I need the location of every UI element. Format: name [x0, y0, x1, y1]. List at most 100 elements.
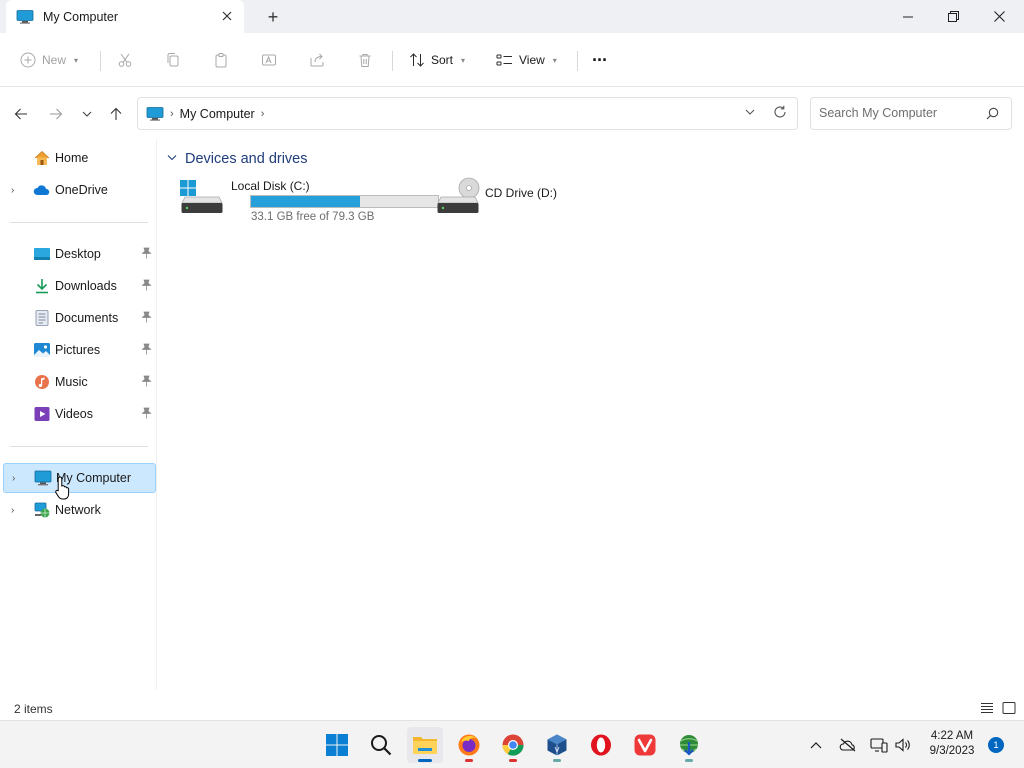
sidebar-item-music[interactable]: Music [3, 368, 156, 396]
sidebar-item-network[interactable]: › Network [3, 496, 156, 524]
copy-button[interactable] [165, 46, 181, 74]
notification-badge[interactable]: 1 [988, 737, 1004, 753]
pictures-icon [34, 343, 50, 357]
home-icon [34, 150, 50, 165]
taskbar-vivaldi[interactable] [627, 727, 663, 763]
drive-name: Local Disk (C:) [231, 179, 310, 193]
search-input[interactable] [819, 106, 979, 120]
large-icons-view-icon[interactable] [1001, 700, 1017, 716]
drive-item-cd-drive-d[interactable]: CD Drive (D:) [433, 177, 573, 227]
chevron-right-icon[interactable]: › [11, 185, 21, 196]
network-tray-button[interactable] [869, 735, 889, 755]
details-view-icon[interactable] [979, 700, 995, 716]
running-indicator [465, 759, 473, 762]
paste-button[interactable] [213, 46, 229, 74]
running-indicator [553, 759, 561, 762]
recent-locations-button[interactable] [76, 103, 98, 125]
new-tab-button[interactable]: + [262, 6, 284, 28]
cd-drive-icon [437, 177, 480, 213]
search-box[interactable] [810, 97, 1012, 130]
sort-button[interactable]: Sort ▾ [409, 46, 465, 74]
clock[interactable]: 4:22 AM 9/3/2023 [920, 729, 984, 759]
onedrive-tray-button[interactable] [838, 735, 858, 755]
pin-icon[interactable] [141, 311, 152, 323]
more-options-button[interactable]: ··· [592, 46, 608, 74]
volume-tray-button[interactable] [893, 735, 913, 755]
pin-icon[interactable] [141, 375, 152, 387]
sidebar-item-videos[interactable]: Videos [3, 400, 156, 428]
close-tab-icon[interactable] [218, 7, 236, 25]
address-dropdown-icon[interactable] [745, 106, 755, 120]
show-hidden-icons-button[interactable] [806, 735, 826, 755]
forward-button[interactable] [45, 103, 67, 125]
downloads-icon [36, 279, 48, 294]
refresh-icon[interactable] [773, 105, 787, 122]
pin-icon[interactable] [141, 343, 152, 355]
breadcrumb-chevron-icon[interactable]: › [170, 108, 174, 120]
drive-item-local-disk-c[interactable]: Local Disk (C:) 33.1 GB free of 79.3 GB [177, 177, 447, 227]
sidebar-item-label: Home [55, 151, 89, 165]
chevron-right-icon[interactable]: › [12, 473, 22, 484]
status-bar: 2 items [0, 697, 1024, 720]
taskbar-chrome[interactable] [495, 727, 531, 763]
sidebar-item-home[interactable]: Home [3, 144, 156, 172]
minimize-button[interactable] [885, 0, 931, 33]
new-button[interactable]: New ▾ [20, 46, 78, 74]
item-count: 2 items [14, 702, 53, 716]
file-explorer-icon [413, 737, 437, 754]
group-title: Devices and drives [185, 151, 308, 167]
breadcrumb-chevron-icon[interactable]: › [261, 108, 265, 120]
divider [100, 51, 101, 71]
chevron-right-icon[interactable]: › [11, 505, 21, 516]
cut-button[interactable] [117, 46, 133, 74]
chevron-down-icon: ▾ [552, 55, 557, 65]
sidebar-item-onedrive[interactable]: › OneDrive [3, 176, 156, 204]
music-icon [35, 375, 49, 389]
view-label: View [519, 53, 545, 67]
system-drive-icon [180, 180, 223, 213]
pin-icon[interactable] [141, 279, 152, 291]
taskbar-search-button[interactable] [363, 727, 399, 763]
firefox-icon [458, 734, 480, 756]
group-header-devices-and-drives[interactable]: Devices and drives [167, 151, 308, 167]
taskbar-file-explorer[interactable] [407, 727, 443, 763]
taskbar-virtualbox[interactable]: V [539, 727, 575, 763]
sidebar-item-my-computer[interactable]: › My Computer [3, 463, 156, 493]
close-window-button[interactable] [976, 0, 1022, 33]
sidebar-item-pictures[interactable]: Pictures [3, 336, 156, 364]
taskbar-firefox[interactable] [451, 727, 487, 763]
search-icon[interactable] [986, 107, 999, 123]
delete-button[interactable] [357, 46, 373, 74]
pin-icon[interactable] [141, 407, 152, 419]
window-tab[interactable]: My Computer [6, 0, 244, 33]
up-button[interactable] [105, 103, 127, 125]
share-icon [310, 53, 324, 67]
restore-button[interactable] [930, 0, 976, 33]
rename-button[interactable] [261, 46, 277, 74]
start-button[interactable] [319, 727, 355, 763]
chevron-down-icon [82, 111, 92, 117]
pin-icon[interactable] [141, 247, 152, 259]
drive-free-space: 33.1 GB free of 79.3 GB [251, 211, 375, 223]
divider [10, 446, 148, 447]
view-button[interactable]: View ▾ [496, 46, 557, 74]
scissors-icon [118, 53, 132, 67]
back-button[interactable] [10, 103, 32, 125]
sidebar-item-desktop[interactable]: Desktop [3, 240, 156, 268]
address-bar[interactable]: › My Computer › [137, 97, 798, 130]
rename-icon [262, 54, 276, 66]
arrow-right-icon [50, 108, 63, 120]
opera-icon [591, 734, 611, 756]
plus-circle-icon [20, 52, 36, 68]
taskbar-download-manager[interactable] [671, 727, 707, 763]
sidebar-item-documents[interactable]: Documents [3, 304, 156, 332]
virtualbox-icon: V [547, 734, 567, 756]
computer-icon [34, 470, 52, 486]
sort-label: Sort [431, 53, 454, 67]
sort-icon [410, 53, 424, 67]
taskbar-opera[interactable] [583, 727, 619, 763]
share-button[interactable] [309, 46, 325, 74]
sidebar-item-downloads[interactable]: Downloads [3, 272, 156, 300]
breadcrumb-my-computer[interactable]: My Computer [180, 107, 255, 121]
divider [10, 222, 148, 223]
